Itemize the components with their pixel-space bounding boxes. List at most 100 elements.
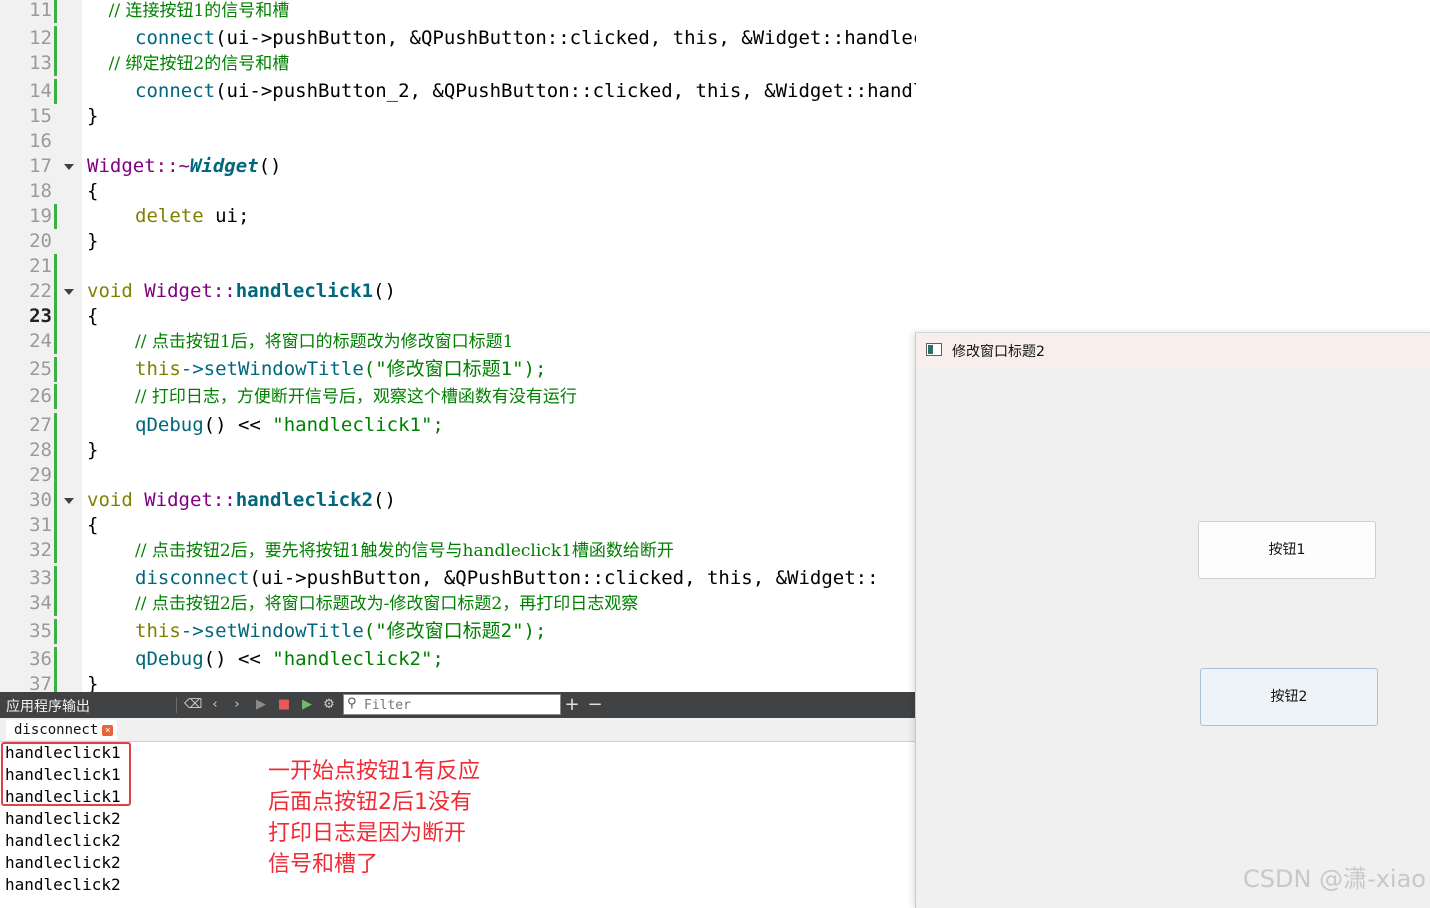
run-icon[interactable]: ▶ [252, 695, 270, 715]
toolbar-separator [176, 697, 177, 713]
filter-input[interactable] [343, 694, 561, 715]
void-keyword: void [87, 280, 133, 302]
zoom-out-icon[interactable]: − [586, 695, 604, 715]
window-icon [926, 343, 942, 356]
connect-call: connect [135, 80, 216, 102]
code-line-23: { [0, 304, 916, 329]
destructor-name: Widget [189, 155, 259, 177]
string-literal: "handleclick1"; [272, 414, 444, 436]
qdebug-call: qDebug [135, 648, 204, 670]
clear-output-icon[interactable]: ⌫ [184, 695, 202, 715]
change-marker [54, 463, 57, 488]
watermark: CSDN @潇-xiao [1243, 865, 1426, 893]
comment-text: // 点击按钮2后，将窗口标题改为-修改窗口标题2，再打印日志观察 [135, 594, 639, 614]
comment-text: // 点击按钮2后，要先将按钮1触发的信号与handleclick1槽函数给断开 [135, 541, 674, 561]
void-keyword: void [87, 489, 133, 511]
code-line-13: // 绑定按钮2的信号和槽 [0, 51, 916, 76]
code-line-36: qDebug() << "handleclick2"; [0, 647, 916, 672]
log-line: handleclick2 [5, 809, 121, 828]
annotation-line: 信号和槽了 [268, 852, 379, 877]
previous-item-icon[interactable]: ‹ [206, 695, 224, 715]
class-scope: Widget:: [144, 280, 236, 302]
delete-keyword: delete [135, 205, 204, 227]
comment-text: // 绑定按钮2的信号和槽 [87, 54, 290, 74]
comment-text: // 打印日志，方便断开信号后，观察这个槽函数有没有运行 [135, 387, 577, 407]
code-line-22: void Widget::handleclick1() [0, 279, 916, 304]
next-item-icon[interactable]: › [228, 695, 246, 715]
code-line-17: Widget::~Widget() [0, 154, 916, 179]
comment-text: // 点击按钮1后，将窗口的标题改为修改窗口标题1 [135, 332, 514, 352]
delete-target: ui; [203, 205, 250, 227]
code-line-28: } [0, 438, 916, 463]
brace: } [87, 105, 99, 127]
string-literal: ("修改窗口标题1"); [363, 358, 547, 380]
class-scope: Widget:: [144, 489, 236, 511]
zoom-in-icon[interactable]: + [563, 695, 581, 715]
code-line-34: // 点击按钮2后，将窗口标题改为-修改窗口标题2，再打印日志观察 [0, 591, 916, 616]
brace: } [87, 230, 99, 252]
code-line-33: disconnect(ui->pushButton, &QPushButton:… [0, 566, 916, 591]
function-name: handleclick1 [235, 280, 374, 302]
search-icon: ⚲ [347, 696, 357, 711]
output-pane-toolbar: 应用程序输出 ⌫ ‹ › ▶ ■ ▶ ⚙ ⚲ + − [0, 692, 916, 718]
code-line-26: // 打印日志，方便断开信号后，观察这个槽函数有没有运行 [0, 384, 916, 409]
comment-text: // 连接按钮1的信号和槽 [87, 1, 290, 21]
disconnect-call: disconnect [135, 567, 250, 589]
button-2[interactable]: 按钮2 [1200, 668, 1378, 726]
parens: () [258, 155, 282, 177]
log-line: handleclick2 [5, 831, 121, 850]
string-literal: "handleclick2"; [272, 648, 444, 670]
stream-op: () << [203, 648, 273, 670]
parens: () [373, 489, 396, 511]
disconnect-args: (ui->pushButton, &QPushButton::clicked, … [249, 567, 879, 589]
code-line-32: // 点击按钮2后，要先将按钮1触发的信号与handleclick1槽函数给断开 [0, 538, 916, 563]
code-line-11: // 连接按钮1的信号和槽 [0, 0, 916, 23]
output-pane-title: 应用程序输出 [6, 699, 90, 715]
this-keyword: this [135, 620, 181, 642]
connect-call: connect [135, 27, 216, 49]
connect-args: (ui->pushButton, &QPushButton::clicked, … [215, 27, 916, 49]
code-line-30: void Widget::handleclick2() [0, 488, 916, 513]
method-call: ->setWindowTitle [180, 620, 364, 642]
code-line-19: delete ui; [0, 204, 916, 229]
string-literal: ("修改窗口标题2"); [363, 620, 547, 642]
tab-disconnect[interactable]: disconnect × [6, 720, 118, 740]
code-line-18: { [0, 179, 916, 204]
brace: } [87, 439, 99, 461]
output-tab-bar: disconnect × [0, 718, 916, 742]
code-line-31: { [0, 513, 916, 538]
code-line-24: // 点击按钮1后，将窗口的标题改为修改窗口标题1 [0, 329, 916, 354]
code-line-12: connect(ui->pushButton, &QPushButton::cl… [0, 26, 916, 51]
tab-label: disconnect [14, 722, 99, 738]
annotation-line: 一开始点按钮1有反应 [268, 759, 480, 784]
method-call: ->setWindowTitle [180, 358, 364, 380]
annotation-line: 后面点按钮2后1没有 [268, 790, 472, 815]
code-editor[interactable]: 11 12 13 14 15 16 17 18 19 20 21 22 23 24 25 26 27 28 29 30… [0, 0, 916, 692]
this-keyword: this [135, 358, 181, 380]
function-name: handleclick2 [235, 489, 374, 511]
annotation-line: 打印日志是因为断开 [268, 821, 467, 846]
qdebug-call: qDebug [135, 414, 204, 436]
gear-icon[interactable]: ⚙ [320, 695, 338, 715]
app-window: 修改窗口标题2 按钮1 按钮2 [915, 332, 1430, 908]
brace: } [87, 673, 99, 692]
brace: { [87, 305, 99, 327]
connect-args: (ui->pushButton_2, &QPushButton::clicked… [215, 80, 916, 102]
code-line-15: } [0, 104, 916, 129]
button-1[interactable]: 按钮1 [1198, 521, 1376, 579]
stop-icon[interactable]: ■ [275, 695, 293, 715]
log-highlight-box [1, 742, 131, 806]
code-line-37: } [0, 672, 916, 692]
code-line-27: qDebug() << "handleclick1"; [0, 413, 916, 438]
code-line-35: this->setWindowTitle("修改窗口标题2"); [0, 619, 916, 644]
window-title: 修改窗口标题2 [952, 344, 1045, 360]
code-line-25: this->setWindowTitle("修改窗口标题1"); [0, 357, 916, 382]
close-icon[interactable]: × [102, 724, 114, 736]
brace: { [87, 514, 99, 536]
window-titlebar[interactable]: 修改窗口标题2 [916, 333, 1430, 369]
debug-run-icon[interactable]: ▶ [298, 695, 316, 715]
code-line-14: connect(ui->pushButton_2, &QPushButton::… [0, 79, 916, 104]
destructor-scope: Widget::~ [87, 155, 190, 177]
brace: { [87, 180, 99, 202]
change-marker [54, 254, 57, 279]
